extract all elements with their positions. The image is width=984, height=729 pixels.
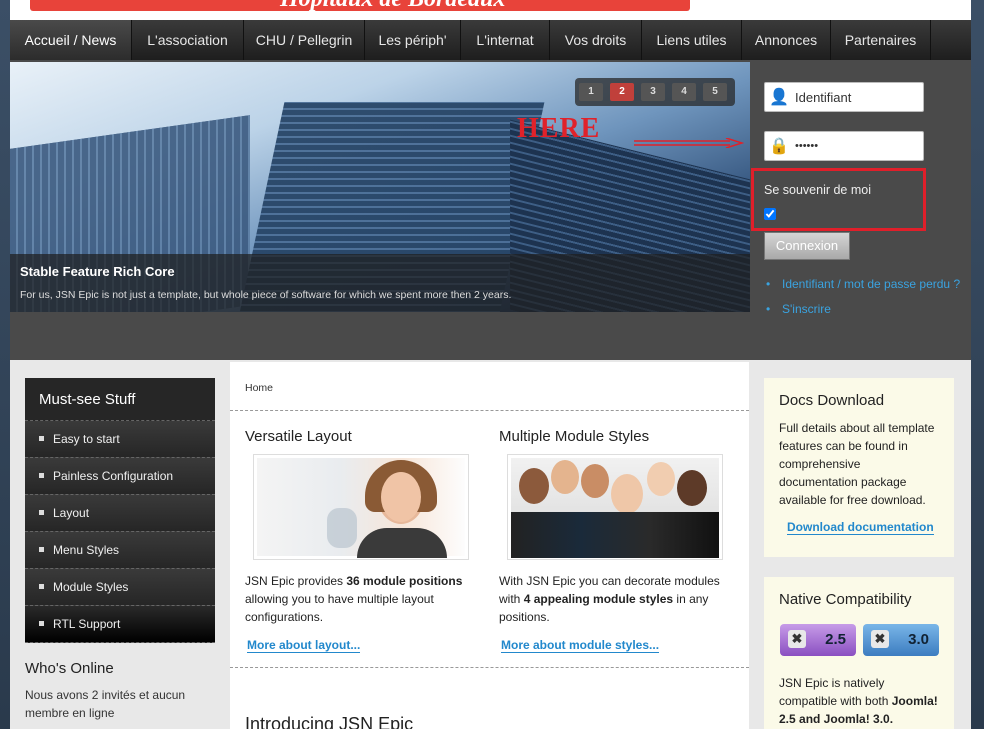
multiple-module-styles-title: Multiple Module Styles [499,428,650,445]
main-navigation: Accueil / News L'association CHU / Pelle… [10,20,971,60]
login-button[interactable]: Connexion [764,232,850,260]
whos-online-title: Who's Online [25,660,114,677]
joomla-25-badge: ✖ 2.5 [780,624,856,656]
main-content: Home Versatile Layout JSN Epic provides … [230,362,749,729]
menu-item-painless-configuration[interactable]: Painless Configuration [25,458,215,495]
nav-item-vos-droits[interactable]: Vos droits [550,20,642,60]
remember-me-checkbox[interactable] [764,208,776,220]
slideshow-image[interactable]: 1 2 3 4 5 Stable Feature Rich Core For u… [10,62,750,312]
username-value: Identifiant [795,90,852,105]
nav-item-accueil[interactable]: Accueil / News [10,20,132,60]
password-value: •••••• [795,140,819,152]
slide-caption: Stable Feature Rich Core For us, JSN Epi… [10,254,750,312]
nav-item-peripheriques[interactable]: Les périph' [365,20,461,60]
versatile-layout-title: Versatile Layout [245,428,352,445]
remember-me-label: Se souvenir de moi [764,183,872,197]
nav-item-annonces[interactable]: Annonces [742,20,831,60]
nav-item-association[interactable]: L'association [132,20,244,60]
menu-item-layout[interactable]: Layout [25,495,215,532]
page-background-right [971,0,984,729]
versatile-layout-text: JSN Epic provides 36 module positions al… [245,574,463,624]
forgot-credentials-link[interactable]: Identifiant / mot de passe perdu ? [764,275,964,294]
breadcrumb[interactable]: Home [245,382,273,394]
register-link[interactable]: S'inscrire [764,300,964,319]
here-annotation: HERE [517,113,601,144]
joomla-icon: ✖ [871,630,889,648]
menu-item-module-styles[interactable]: Module Styles [25,569,215,606]
divider [230,410,749,411]
must-see-menu: Must-see Stuff Easy to start Painless Co… [25,378,215,643]
native-compatibility-text: JSN Epic is natively compatible with bot… [779,676,938,726]
docs-download-title: Docs Download [779,392,885,409]
nav-item-liens-utiles[interactable]: Liens utiles [642,20,742,60]
introducing-title: Introducing JSN Epic [245,714,414,729]
slide-description: For us, JSN Epic is not just a template,… [20,289,512,301]
divider [230,667,749,668]
menu-item-easy-to-start[interactable]: Easy to start [25,421,215,458]
site-logo[interactable]: Hôpitaux de Bordeaux [30,0,690,11]
more-about-layout-link[interactable]: More about layout... [247,638,361,653]
nav-item-partenaires[interactable]: Partenaires [831,20,931,60]
site-header: Hôpitaux de Bordeaux [10,0,971,20]
slide-page-4[interactable]: 4 [672,83,696,101]
username-field[interactable]: 👤 Identifiant [764,82,924,112]
joomla-30-badge: ✖ 3.0 [863,624,939,656]
page-background-left [0,0,10,729]
versatile-layout-image [253,454,469,560]
multiple-module-styles-text: With JSN Epic you can decorate modules w… [499,574,720,624]
slide-pager: 1 2 3 4 5 [575,78,735,106]
login-links: Identifiant / mot de passe perdu ? S'ins… [764,275,964,325]
nav-item-internat[interactable]: L'internat [461,20,550,60]
joomla-icon: ✖ [788,630,806,648]
must-see-title: Must-see Stuff [25,378,215,421]
docs-download-box: Docs Download Full details about all tem… [764,378,954,557]
password-field[interactable]: 🔒 •••••• [764,131,924,161]
menu-item-rtl-support[interactable]: RTL Support [25,606,215,643]
slide-page-3[interactable]: 3 [641,83,665,101]
slide-page-5[interactable]: 5 [703,83,727,101]
download-documentation-link[interactable]: Download documentation [787,520,934,535]
nav-item-chu-pellegrin[interactable]: CHU / Pellegrin [244,20,365,60]
site-container: Hôpitaux de Bordeaux Accueil / News L'as… [10,0,971,729]
arrow-right-icon [634,138,744,148]
multiple-module-styles-image [507,454,723,560]
slide-page-2[interactable]: 2 [610,83,634,101]
native-compatibility-title: Native Compatibility [779,591,912,608]
lock-icon: 🔒 [769,138,789,155]
slide-title: Stable Feature Rich Core [20,264,175,279]
docs-download-text: Full details about all template features… [779,421,935,507]
slide-page-1[interactable]: 1 [579,83,603,101]
highlight-box [751,168,926,231]
menu-item-menu-styles[interactable]: Menu Styles [25,532,215,569]
more-about-module-styles-link[interactable]: More about module styles... [501,638,660,653]
whos-online-text: Nous avons 2 invités et aucun membre en … [25,688,186,720]
logo-text: Hôpitaux de Bordeaux [280,0,505,11]
user-icon: 👤 [769,89,789,106]
